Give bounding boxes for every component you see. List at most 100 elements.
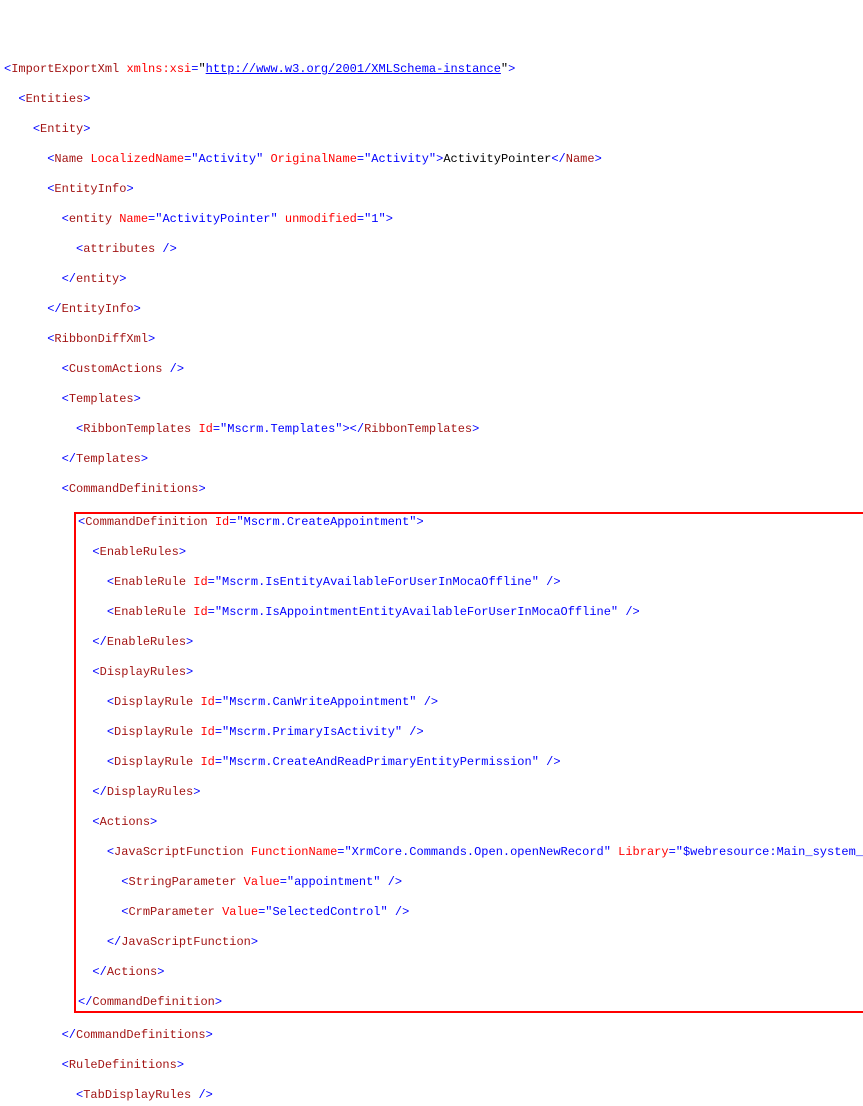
code-line: <entity Name="ActivityPointer" unmodifie… bbox=[4, 212, 863, 227]
token: > bbox=[186, 665, 193, 679]
token: > bbox=[508, 62, 515, 76]
code-line: <JavaScriptFunction FunctionName="XrmCor… bbox=[78, 845, 863, 860]
token: </ bbox=[107, 935, 121, 949]
token: " bbox=[198, 62, 205, 76]
token: > bbox=[83, 92, 90, 106]
token: /> bbox=[155, 242, 177, 256]
token: unmodified bbox=[285, 212, 357, 226]
code-line: <RibbonTemplates Id="Mscrm.Templates"></… bbox=[4, 422, 863, 437]
token: Templates bbox=[76, 452, 141, 466]
code-line: <DisplayRule Id="Mscrm.CanWriteAppointme… bbox=[78, 695, 863, 710]
code-line: </JavaScriptFunction> bbox=[78, 935, 863, 950]
token: ="1"> bbox=[357, 212, 393, 226]
token: EntityInfo bbox=[62, 302, 134, 316]
code-line: <Templates> bbox=[4, 392, 863, 407]
code-line: </CommandDefinitions> bbox=[4, 1028, 863, 1043]
xml-code-view: <ImportExportXml xmlns:xsi="http://www.w… bbox=[4, 62, 863, 1106]
token: > bbox=[134, 302, 141, 316]
token: CrmParameter bbox=[128, 905, 214, 919]
token: > bbox=[126, 182, 133, 196]
token: Entity bbox=[40, 122, 83, 136]
token: < bbox=[107, 695, 114, 709]
token: DisplayRule bbox=[114, 755, 193, 769]
code-line: <CommandDefinition Id="Mscrm.CreateAppoi… bbox=[78, 515, 863, 530]
code-line: <ImportExportXml xmlns:xsi="http://www.w… bbox=[4, 62, 863, 77]
token: ImportExportXml bbox=[11, 62, 119, 76]
token: EntityInfo bbox=[54, 182, 126, 196]
token: > bbox=[119, 272, 126, 286]
code-line: <CrmParameter Value="SelectedControl" /> bbox=[78, 905, 863, 920]
token: entity bbox=[69, 212, 112, 226]
token: ="Mscrm.PrimaryIsActivity" /> bbox=[215, 725, 424, 739]
token: CommandDefinition bbox=[92, 995, 214, 1009]
token: > bbox=[215, 995, 222, 1009]
token: > bbox=[83, 122, 90, 136]
code-line: <EnableRule Id="Mscrm.IsEntityAvailableF… bbox=[78, 575, 863, 590]
token: < bbox=[62, 1058, 69, 1072]
token: </ bbox=[47, 302, 61, 316]
code-line: <CustomActions /> bbox=[4, 362, 863, 377]
token: </ bbox=[62, 1028, 76, 1042]
code-line: <Actions> bbox=[78, 815, 863, 830]
token: > bbox=[177, 1058, 184, 1072]
token: entity bbox=[76, 272, 119, 286]
token: < bbox=[92, 545, 99, 559]
token: DisplayRules bbox=[100, 665, 186, 679]
token: ="Mscrm.Templates"></ bbox=[213, 422, 364, 436]
token: /> bbox=[191, 1088, 213, 1102]
token: ="SelectedControl" /> bbox=[258, 905, 409, 919]
token: RibbonTemplates bbox=[364, 422, 472, 436]
token: ="Mscrm.CreateAppointment"> bbox=[229, 515, 423, 529]
token: CommandDefinitions bbox=[69, 482, 199, 496]
token: JavaScriptFunction bbox=[121, 935, 251, 949]
token: Id bbox=[193, 605, 207, 619]
token: < bbox=[33, 122, 40, 136]
highlight-box: <CommandDefinition Id="Mscrm.CreateAppoi… bbox=[74, 512, 863, 1013]
code-line: </EntityInfo> bbox=[4, 302, 863, 317]
token: > bbox=[595, 152, 602, 166]
token: < bbox=[62, 362, 69, 376]
token: Id bbox=[198, 422, 212, 436]
token: DisplayRule bbox=[114, 725, 193, 739]
token: < bbox=[121, 905, 128, 919]
code-line: </Templates> bbox=[4, 452, 863, 467]
code-line: <RibbonDiffXml> bbox=[4, 332, 863, 347]
token: < bbox=[107, 605, 114, 619]
token: EnableRule bbox=[114, 575, 186, 589]
token: > bbox=[186, 635, 193, 649]
token: > bbox=[193, 785, 200, 799]
token: CommandDefinition bbox=[85, 515, 207, 529]
token: < bbox=[92, 665, 99, 679]
token: < bbox=[62, 392, 69, 406]
token: ="ActivityPointer" bbox=[148, 212, 278, 226]
token: EnableRule bbox=[114, 605, 186, 619]
token: Name bbox=[119, 212, 148, 226]
token: Id bbox=[215, 515, 229, 529]
token: > bbox=[150, 815, 157, 829]
code-line: <RuleDefinitions> bbox=[4, 1058, 863, 1073]
token: RibbonDiffXml bbox=[54, 332, 148, 346]
code-line: <EnableRule Id="Mscrm.IsAppointmentEntit… bbox=[78, 605, 863, 620]
token: DisplayRules bbox=[107, 785, 193, 799]
token: < bbox=[92, 815, 99, 829]
token: > bbox=[472, 422, 479, 436]
token: RibbonTemplates bbox=[83, 422, 191, 436]
code-line: </entity> bbox=[4, 272, 863, 287]
token: < bbox=[62, 482, 69, 496]
code-line: </EnableRules> bbox=[78, 635, 863, 650]
token: RuleDefinitions bbox=[69, 1058, 177, 1072]
token: > bbox=[157, 965, 164, 979]
token: < bbox=[107, 725, 114, 739]
token: TabDisplayRules bbox=[83, 1088, 191, 1102]
token: </ bbox=[62, 272, 76, 286]
token: </ bbox=[78, 995, 92, 1009]
token: xmlns:xsi bbox=[126, 62, 191, 76]
token: </ bbox=[92, 965, 106, 979]
token: DisplayRule bbox=[114, 695, 193, 709]
token: Id bbox=[193, 575, 207, 589]
token: LocalizedName bbox=[90, 152, 184, 166]
token: < bbox=[107, 575, 114, 589]
code-line: <Entities> bbox=[4, 92, 863, 107]
token: ="Activity"> bbox=[357, 152, 443, 166]
code-line: <Name LocalizedName="Activity" OriginalN… bbox=[4, 152, 863, 167]
